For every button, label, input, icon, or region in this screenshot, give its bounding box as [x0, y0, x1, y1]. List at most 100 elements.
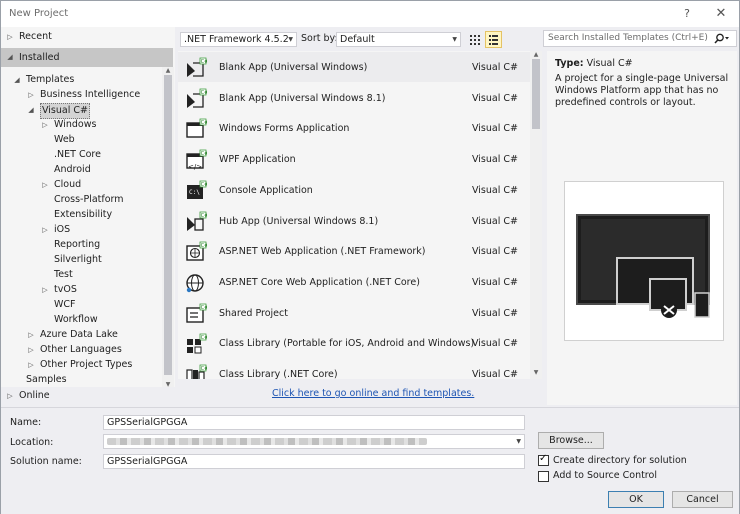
- template-row[interactable]: C# Windows Forms Application Visual C#: [178, 113, 530, 143]
- tree-item[interactable]: ▷ Cloud: [1, 178, 159, 192]
- template-row[interactable]: C# Blank App (Universal Windows) Visual C#: [178, 52, 530, 82]
- template-language: Visual C#: [472, 369, 518, 379]
- tree-item[interactable]: ◢ Installed: [1, 48, 173, 67]
- tree-item-label: Installed: [19, 52, 60, 63]
- scroll-up-icon[interactable]: ▲: [530, 51, 542, 59]
- tree-item[interactable]: ▷ Other Languages: [1, 343, 159, 357]
- tree-item[interactable]: ▷ Azure Data Lake: [1, 328, 159, 342]
- template-row[interactable]: C# Hub App (Universal Windows 8.1) Visual …: [178, 206, 530, 236]
- find-templates-online-link[interactable]: Click here to go online and find templat…: [272, 388, 474, 399]
- scroll-down-icon[interactable]: ▼: [530, 369, 542, 377]
- tree-item[interactable]: Extensibility: [1, 208, 159, 222]
- add-source-control-checkbox[interactable]: [538, 471, 549, 482]
- framework-value: .NET Framework 4.5.2: [184, 34, 289, 45]
- expand-arrow-icon[interactable]: ▷: [5, 389, 15, 403]
- tree-item[interactable]: .NET Core: [1, 148, 159, 162]
- tree-item[interactable]: Cross-Platform: [1, 193, 159, 207]
- tree-item-label: Reporting: [54, 239, 101, 250]
- template-list-scrollbar[interactable]: ▲ ▼: [530, 51, 542, 379]
- ok-button[interactable]: OK: [608, 491, 664, 508]
- name-label: Name:: [10, 417, 42, 428]
- cancel-button[interactable]: Cancel: [672, 491, 733, 508]
- expand-arrow-icon[interactable]: ▷: [26, 328, 36, 342]
- tree-item[interactable]: ▷ Other Project Types: [1, 358, 159, 372]
- template-row[interactable]: C# Shared Project Visual C#: [178, 298, 530, 328]
- tree-item[interactable]: ▷ iOS: [1, 223, 159, 237]
- template-tree-pane: ▷ Recent ◢ Installed ◢ Templates ▷ Business Int…: [1, 27, 175, 405]
- sort-dropdown[interactable]: Default ▼: [336, 32, 461, 47]
- template-row[interactable]: C# Blank App (Universal Windows 8.1) Visua…: [178, 83, 530, 113]
- expand-arrow-icon[interactable]: ▷: [26, 343, 36, 357]
- tree-item[interactable]: Web: [1, 133, 159, 147]
- new-project-dialog: New Project ? ✕ ▷ Recent ◢ Installed ◢ Templa…: [0, 0, 740, 514]
- template-language: Visual C#: [472, 184, 518, 196]
- create-directory-checkbox[interactable]: [538, 453, 549, 466]
- tree-item[interactable]: ▷ Windows: [1, 118, 159, 132]
- template-language: Visual C#: [472, 92, 518, 104]
- tree-item[interactable]: Silverlight: [1, 253, 159, 267]
- template-row[interactable]: C# ASP.NET Web Application (.NET Framewor…: [178, 236, 530, 266]
- expand-arrow-icon[interactable]: ◢: [5, 48, 15, 67]
- expand-arrow-icon[interactable]: ▷: [40, 178, 50, 192]
- expand-arrow-icon[interactable]: ◢: [12, 73, 22, 87]
- search-icon[interactable]: [714, 33, 730, 44]
- template-row[interactable]: ASP.NET Core Web Application (.NET Core)…: [178, 267, 530, 297]
- tree-item[interactable]: WCF: [1, 298, 159, 312]
- portable-library-icon: C#: [185, 333, 208, 354]
- small-icons-view-button[interactable]: [485, 31, 502, 48]
- tree-item-online[interactable]: ▷ Online: [1, 387, 175, 405]
- template-name: ASP.NET Web Application (.NET Framework): [219, 246, 426, 258]
- expand-arrow-icon[interactable]: ▷: [26, 358, 36, 372]
- framework-dropdown[interactable]: .NET Framework 4.5.2 ▼: [180, 32, 297, 47]
- tree-item[interactable]: Workflow: [1, 313, 159, 327]
- tree-item-label: Templates: [26, 74, 75, 85]
- tree-item[interactable]: Test: [1, 268, 159, 282]
- expand-arrow-icon[interactable]: ▷: [40, 223, 50, 237]
- tree-item[interactable]: ◢ Visual C#: [1, 103, 159, 119]
- solution-name-input[interactable]: GPSSerialGPGGA: [103, 454, 525, 469]
- tree-item[interactable]: ◢ Templates: [1, 73, 159, 87]
- location-label: Location:: [10, 437, 54, 448]
- tree-item-label: Silverlight: [54, 254, 102, 265]
- template-scroll-thumb[interactable]: [532, 59, 540, 129]
- expand-arrow-icon[interactable]: ▷: [5, 30, 15, 44]
- template-language: Visual C#: [472, 246, 518, 258]
- expand-arrow-icon[interactable]: ▷: [26, 88, 36, 102]
- medium-icons-view-button[interactable]: [466, 31, 483, 48]
- template-row[interactable]: C# Class Library (Portable for iOS, Andro…: [178, 328, 530, 358]
- console-icon: C:\C#: [185, 180, 208, 201]
- tree-item[interactable]: Android: [1, 163, 159, 177]
- tree-item-label: tvOS: [54, 284, 77, 295]
- type-label: Type:: [555, 58, 584, 69]
- winforms-icon: C#: [185, 118, 208, 139]
- template-row[interactable]: C:\C# Console Application Visual C#: [178, 175, 530, 205]
- tree-scroll-thumb[interactable]: [164, 75, 172, 375]
- template-row[interactable]: </> C# WPF Application Visual C#: [178, 144, 530, 174]
- uwp-app-icon: C#: [185, 57, 208, 78]
- tree-item-label: Cloud: [54, 179, 82, 190]
- chevron-down-icon: ▼: [288, 36, 293, 43]
- tree-item[interactable]: Samples: [1, 373, 159, 387]
- tree-item-label: Samples: [26, 374, 67, 385]
- tree-scrollbar[interactable]: ▲ ▼: [162, 67, 174, 389]
- expand-arrow-icon[interactable]: ▷: [40, 118, 50, 132]
- tree-item[interactable]: ▷ Recent: [1, 30, 159, 44]
- project-name-input[interactable]: GPSSerialGPGGA: [103, 415, 525, 430]
- tree-item[interactable]: Reporting: [1, 238, 159, 252]
- class-library-icon: C#: [185, 364, 208, 379]
- search-templates-input[interactable]: Search Installed Templates (Ctrl+E): [543, 30, 737, 47]
- hub-app-icon: C#: [185, 211, 208, 232]
- scroll-up-icon[interactable]: ▲: [162, 67, 174, 75]
- template-row[interactable]: C# Class Library (.NET Core) Visual C#: [178, 359, 530, 379]
- tree-item-label: Azure Data Lake: [40, 329, 118, 340]
- tree-item[interactable]: ▷ Business Intelligence: [1, 88, 159, 102]
- browse-button[interactable]: Browse...: [538, 432, 604, 449]
- project-form: Name: GPSSerialGPGGA Location: ▼ Browse.…: [1, 407, 739, 514]
- template-name: Class Library (.NET Core): [219, 369, 338, 379]
- tree-item[interactable]: ▷ tvOS: [1, 283, 159, 297]
- expand-arrow-icon[interactable]: ◢: [26, 103, 36, 117]
- help-button[interactable]: ?: [677, 5, 697, 23]
- location-combobox[interactable]: ▼: [103, 434, 525, 449]
- expand-arrow-icon[interactable]: ▷: [40, 283, 50, 297]
- close-button[interactable]: ✕: [711, 5, 731, 23]
